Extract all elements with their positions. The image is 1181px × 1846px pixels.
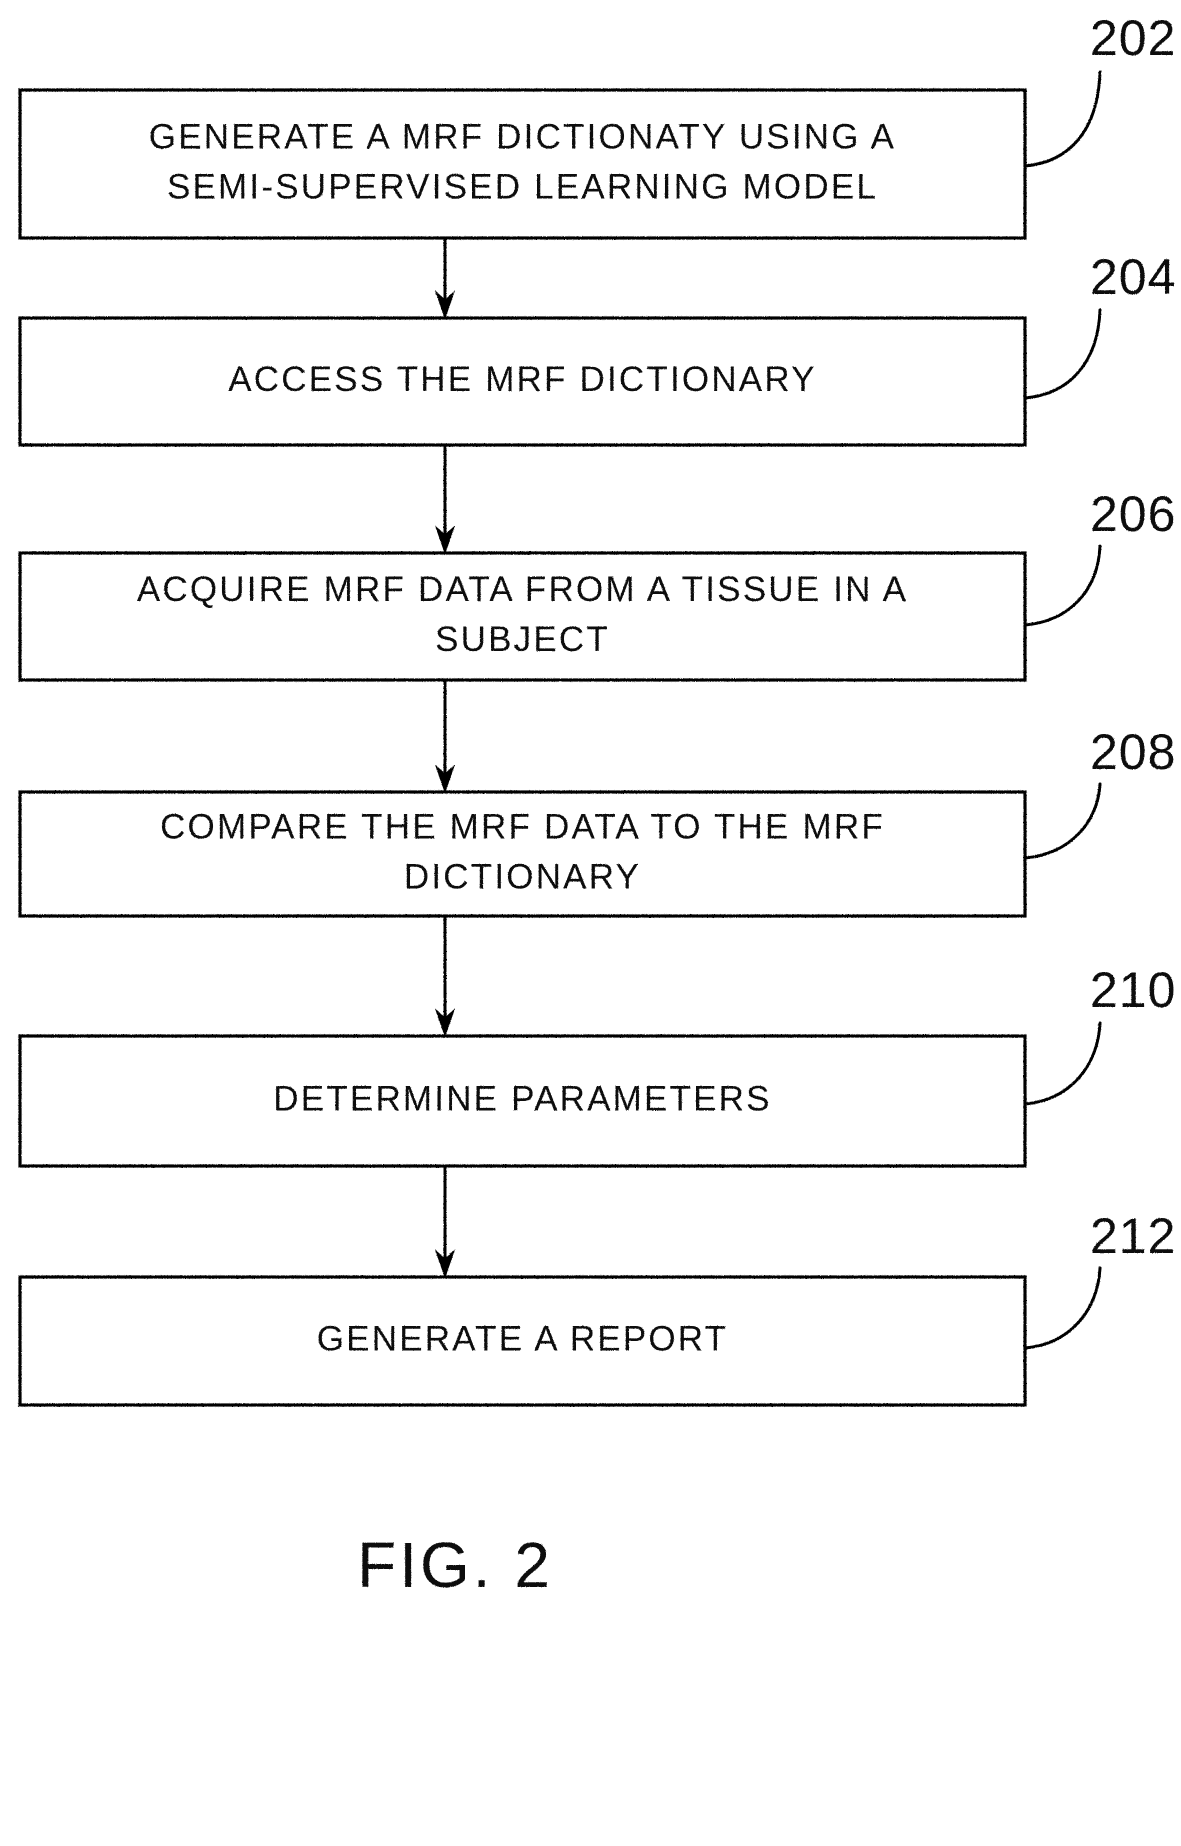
flow-step-210: DETERMINE PARAMETERS 210 [18, 962, 1176, 1168]
flow-step-208: COMPARE THE MRF DATA TO THE MRF DICTIONAR… [18, 724, 1176, 918]
flowchart-svg: GENERATE A MRF DICTIONATY USING A SEMI-SU… [18, 10, 1176, 1601]
reference-number-210: 210 [1090, 962, 1176, 1018]
flow-box-label-208: DICTIONARY [404, 857, 641, 896]
connector-206-to-208 [434, 680, 456, 794]
patent-figure-page: GENERATE A MRF DICTIONATY USING A SEMI-SU… [0, 0, 1181, 1846]
flow-box-label-210: DETERMINE PARAMETERS [273, 1079, 771, 1118]
leader-line-204 [1023, 308, 1102, 400]
flow-box-label-202: SEMI-SUPERVISED LEARNING MODEL [167, 167, 878, 206]
figure-caption: FIG. 2 [357, 1529, 553, 1601]
reference-number-212: 212 [1090, 1208, 1176, 1264]
reference-number-202: 202 [1090, 10, 1176, 66]
flow-box-label-204: ACCESS THE MRF DICTIONARY [228, 360, 817, 399]
leader-line-208 [1023, 782, 1102, 860]
leader-line-206 [1023, 544, 1102, 627]
connector-202-to-204 [434, 238, 456, 320]
flow-step-212: GENERATE A REPORT 212 [18, 1208, 1176, 1407]
leader-line-202 [1023, 70, 1102, 168]
reference-number-208: 208 [1090, 724, 1176, 780]
flow-box-label-202: GENERATE A MRF DICTIONATY USING A [149, 117, 896, 156]
flow-box-202 [18, 88, 1027, 240]
connector-210-to-212 [434, 1166, 456, 1279]
reference-number-206: 206 [1090, 486, 1176, 542]
flow-box-label-208: COMPARE THE MRF DATA TO THE MRF [160, 807, 885, 846]
leader-line-212 [1023, 1266, 1102, 1350]
connector-208-to-210 [434, 916, 456, 1038]
flow-box-label-212: GENERATE A REPORT [317, 1319, 728, 1358]
leader-line-210 [1023, 1021, 1102, 1106]
flow-box-label-206: ACQUIRE MRF DATA FROM A TISSUE IN A [137, 570, 908, 609]
flow-box-label-206: SUBJECT [435, 620, 610, 659]
flow-step-206: ACQUIRE MRF DATA FROM A TISSUE IN A SUBJE… [18, 486, 1176, 682]
connector-204-to-206 [434, 445, 456, 555]
flow-step-202: GENERATE A MRF DICTIONATY USING A SEMI-SU… [18, 10, 1176, 240]
reference-number-204: 204 [1090, 249, 1176, 305]
flow-step-204: ACCESS THE MRF DICTIONARY 204 [18, 249, 1176, 447]
